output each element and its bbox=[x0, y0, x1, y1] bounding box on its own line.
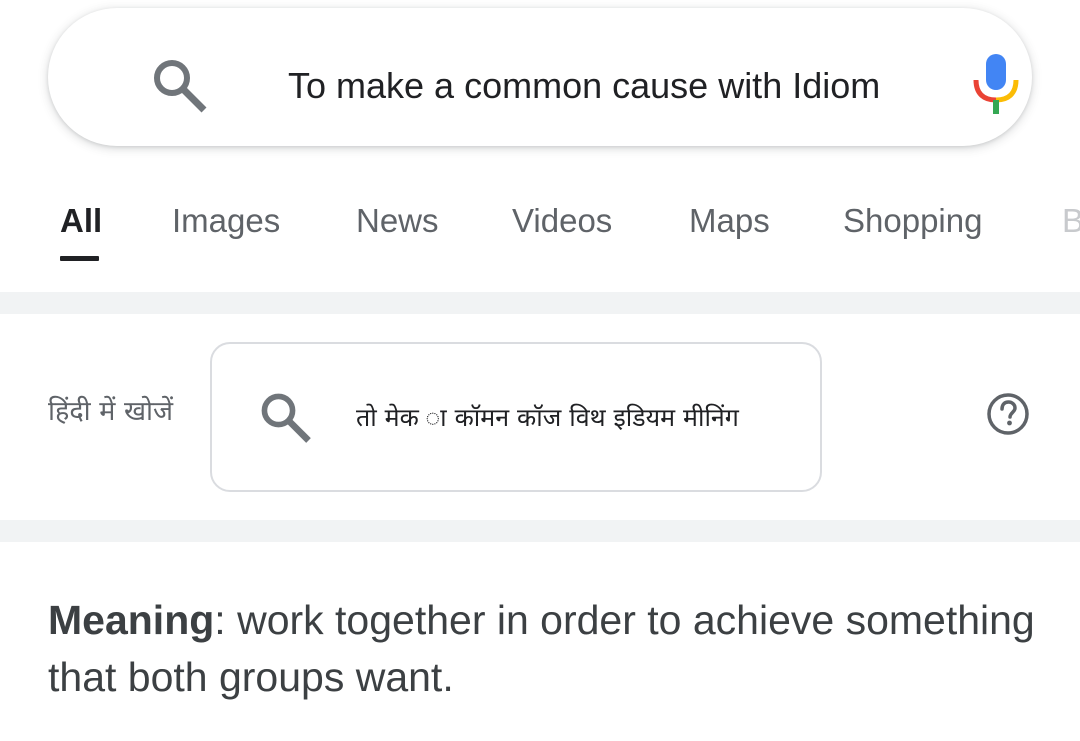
tab-shopping[interactable]: Shopping bbox=[843, 196, 982, 246]
search-icon bbox=[261, 393, 311, 443]
search-tabs: All Images News Videos Maps Shopping B bbox=[0, 176, 1080, 286]
mic-icon[interactable] bbox=[970, 50, 1022, 116]
active-tab-indicator bbox=[60, 256, 99, 261]
hindi-query-text[interactable]: तो मेक ा कॉमन कॉज विथ इडियम मीनिंग bbox=[356, 394, 806, 442]
search-bar[interactable]: To make a common cause with Idiom bbox=[48, 8, 1032, 146]
section-divider bbox=[0, 292, 1080, 314]
meaning-text: Meaning: work together in order to achie… bbox=[48, 592, 1048, 706]
help-circle-icon[interactable] bbox=[984, 390, 1032, 438]
tab-videos[interactable]: Videos bbox=[512, 196, 612, 246]
search-icon[interactable] bbox=[148, 54, 212, 118]
search-input[interactable]: To make a common cause with Idiom bbox=[288, 62, 900, 110]
tab-all[interactable]: All bbox=[60, 196, 102, 246]
tab-images[interactable]: Images bbox=[172, 196, 280, 246]
tab-maps[interactable]: Maps bbox=[689, 196, 770, 246]
tab-books[interactable]: B bbox=[1062, 196, 1080, 246]
hindi-search-label: हिंदी में खोजें bbox=[48, 396, 174, 427]
section-divider bbox=[0, 520, 1080, 542]
tab-news[interactable]: News bbox=[356, 196, 439, 246]
meaning-term: Meaning bbox=[48, 597, 215, 643]
hindi-search-box[interactable]: तो मेक ा कॉमन कॉज विथ इडियम मीनिंग bbox=[210, 342, 822, 492]
